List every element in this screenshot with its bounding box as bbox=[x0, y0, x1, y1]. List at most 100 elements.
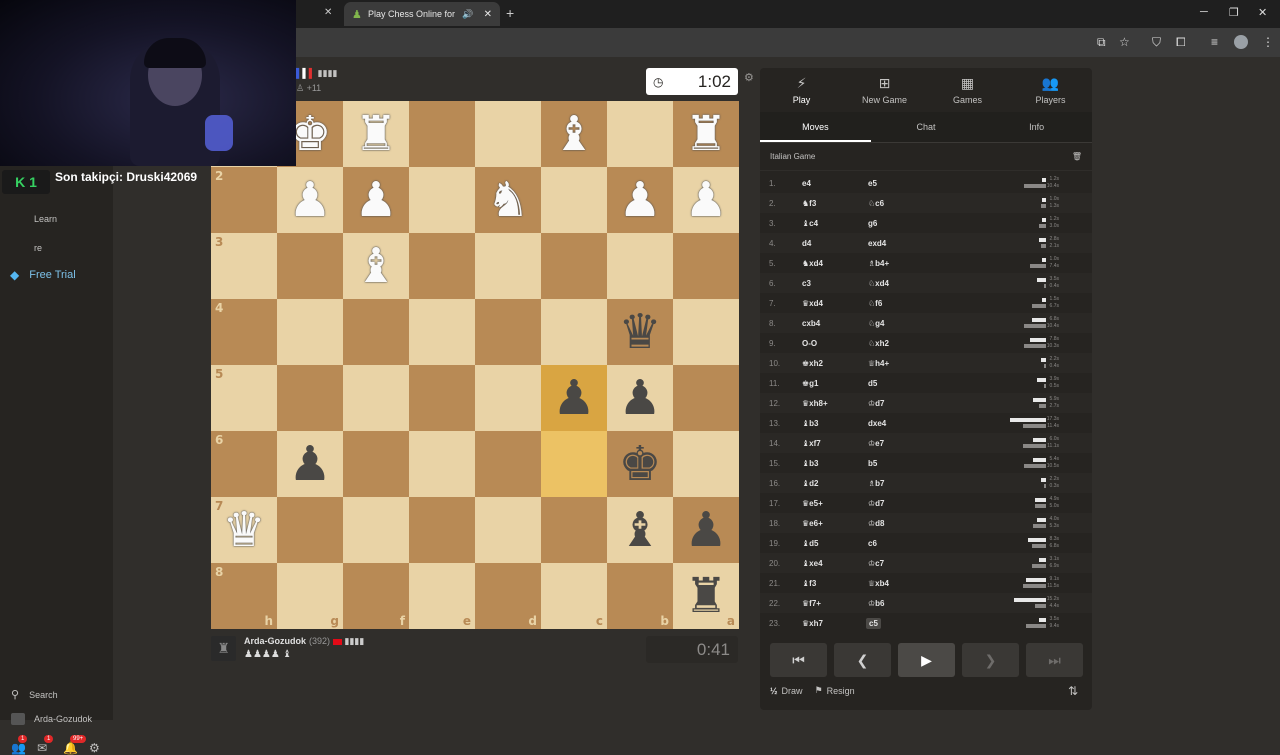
board-square[interactable] bbox=[673, 365, 739, 431]
subtab-moves[interactable]: Moves bbox=[760, 112, 871, 142]
white-pawn-piece[interactable]: ♟ bbox=[684, 176, 727, 224]
black-queen-piece[interactable]: ♛ bbox=[618, 308, 661, 356]
board-square[interactable]: ♟ bbox=[541, 365, 607, 431]
draw-button[interactable]: Draw bbox=[782, 686, 803, 696]
first-move-button[interactable]: ⏮ bbox=[770, 643, 827, 677]
board-square[interactable] bbox=[343, 497, 409, 563]
media-icon[interactable]: ≡ bbox=[1211, 35, 1218, 49]
board-square[interactable] bbox=[409, 233, 475, 299]
board-square[interactable] bbox=[475, 299, 541, 365]
board-square[interactable]: d bbox=[475, 563, 541, 629]
board-square[interactable] bbox=[409, 299, 475, 365]
white-bishop-piece[interactable]: ♝ bbox=[552, 110, 595, 158]
board-square[interactable]: 7 ♛ bbox=[211, 497, 277, 563]
board-square[interactable] bbox=[409, 365, 475, 431]
board-square[interactable] bbox=[343, 431, 409, 497]
board-square[interactable]: b bbox=[607, 563, 673, 629]
black-pawn-piece[interactable]: ♟ bbox=[552, 374, 595, 422]
board-square[interactable] bbox=[409, 167, 475, 233]
white-move[interactable]: ♚xh2 bbox=[802, 359, 823, 368]
white-move[interactable]: d4 bbox=[802, 239, 811, 248]
black-move[interactable]: dxe4 bbox=[868, 419, 886, 428]
black-move[interactable]: ♔d7 bbox=[868, 399, 885, 408]
white-pawn-piece[interactable]: ♟ bbox=[354, 176, 397, 224]
notifications-icon[interactable]: 🔔 99+ bbox=[63, 735, 87, 755]
board-square[interactable] bbox=[475, 431, 541, 497]
player-name[interactable]: Arda-Gozudok bbox=[244, 636, 306, 646]
board-square[interactable] bbox=[277, 299, 343, 365]
minimize-icon[interactable]: ─ bbox=[1200, 6, 1208, 18]
white-move[interactable]: ♝xf7 bbox=[802, 439, 821, 448]
friends-icon[interactable]: 👥 1 bbox=[11, 735, 28, 755]
black-move[interactable]: ♘f6 bbox=[868, 299, 882, 308]
board-square[interactable] bbox=[475, 365, 541, 431]
black-king-piece[interactable]: ♚ bbox=[618, 440, 661, 488]
board-square[interactable] bbox=[541, 431, 607, 497]
black-move[interactable]: ♘xd4 bbox=[868, 279, 889, 288]
black-move[interactable]: g6 bbox=[868, 219, 877, 228]
board-square[interactable] bbox=[475, 497, 541, 563]
black-pawn-piece[interactable]: ♟ bbox=[618, 374, 661, 422]
black-rook-piece[interactable]: ♜ bbox=[684, 572, 727, 620]
messages-icon[interactable]: ✉ 1 bbox=[37, 735, 54, 755]
board-square[interactable] bbox=[343, 299, 409, 365]
board-square[interactable] bbox=[541, 299, 607, 365]
white-move[interactable]: ♝b3 bbox=[802, 459, 819, 468]
install-app-icon[interactable]: ⧉ bbox=[1097, 35, 1106, 50]
board-square[interactable]: a ♜ bbox=[673, 563, 739, 629]
chess-board[interactable]: 1♚♜♝♜2♟♟♞♟♟3♝4♛5♟♟6♟♚7♛♝♟8hgfedcba♜ bbox=[211, 101, 739, 630]
black-move[interactable]: ♘xh2 bbox=[868, 339, 889, 348]
board-square[interactable] bbox=[607, 101, 673, 167]
opening-name[interactable]: Italian Game bbox=[770, 152, 815, 161]
close-tab-icon[interactable]: ✕ bbox=[324, 7, 332, 18]
white-move[interactable]: ♛xh8+ bbox=[802, 399, 828, 408]
white-move[interactable]: ♛xh7 bbox=[802, 619, 823, 628]
board-square[interactable] bbox=[475, 233, 541, 299]
black-move[interactable]: ♔d8 bbox=[868, 519, 885, 528]
white-move[interactable]: e4 bbox=[802, 179, 811, 188]
black-move[interactable]: ♗b4+ bbox=[868, 259, 889, 268]
tab-games[interactable]: ▦ Games bbox=[926, 68, 1009, 112]
board-square[interactable] bbox=[475, 101, 541, 167]
board-square[interactable] bbox=[607, 233, 673, 299]
speaker-icon[interactable]: 🔊 bbox=[462, 9, 473, 20]
white-rook-piece[interactable]: ♜ bbox=[684, 110, 727, 158]
sidebar-search[interactable]: ⚲ Search bbox=[11, 688, 58, 701]
white-move[interactable]: ♛f7+ bbox=[802, 599, 821, 608]
white-move[interactable]: ♞f3 bbox=[802, 199, 816, 208]
board-square[interactable]: ♟ bbox=[607, 365, 673, 431]
maximize-icon[interactable]: ❐ bbox=[1229, 6, 1239, 19]
board-square[interactable]: ♟ bbox=[673, 497, 739, 563]
board-square[interactable]: 3 bbox=[211, 233, 277, 299]
board-square[interactable]: 5 bbox=[211, 365, 277, 431]
black-move[interactable]: exd4 bbox=[868, 239, 886, 248]
board-square[interactable]: e bbox=[409, 563, 475, 629]
white-move[interactable]: ♝d5 bbox=[802, 539, 819, 548]
black-move[interactable]: c5 bbox=[866, 617, 881, 629]
board-square[interactable]: f bbox=[343, 563, 409, 629]
last-move-button[interactable]: ⏭ bbox=[1026, 643, 1083, 677]
resign-button[interactable]: Resign bbox=[827, 686, 855, 696]
trash-icon[interactable]: 🗑 bbox=[1072, 152, 1082, 161]
white-knight-piece[interactable]: ♞ bbox=[486, 176, 529, 224]
board-square[interactable]: 8h bbox=[211, 563, 277, 629]
board-square[interactable]: ♚ bbox=[607, 431, 673, 497]
black-move[interactable]: ♔c7 bbox=[868, 559, 884, 568]
black-move[interactable]: ♘c6 bbox=[868, 199, 884, 208]
white-move[interactable]: cxb4 bbox=[802, 319, 820, 328]
board-square[interactable]: c bbox=[541, 563, 607, 629]
board-square[interactable]: ♜ bbox=[673, 101, 739, 167]
black-move[interactable]: d5 bbox=[868, 379, 877, 388]
black-bishop-piece[interactable]: ♝ bbox=[618, 506, 661, 554]
board-settings-icon[interactable]: ⚙ bbox=[744, 71, 754, 84]
sidebar-user[interactable]: Arda-Gozudok bbox=[11, 713, 92, 725]
white-move[interactable]: ♛xd4 bbox=[802, 299, 823, 308]
play-moves-button[interactable]: ▶ bbox=[898, 643, 955, 677]
board-square[interactable] bbox=[277, 365, 343, 431]
black-move[interactable]: b5 bbox=[868, 459, 877, 468]
board-square[interactable]: ♟ bbox=[277, 167, 343, 233]
new-tab-button[interactable]: + bbox=[506, 5, 514, 21]
white-move[interactable]: ♝f3 bbox=[802, 579, 816, 588]
white-move[interactable]: ♞xd4 bbox=[802, 259, 823, 268]
black-move[interactable]: ♗b7 bbox=[868, 479, 885, 488]
